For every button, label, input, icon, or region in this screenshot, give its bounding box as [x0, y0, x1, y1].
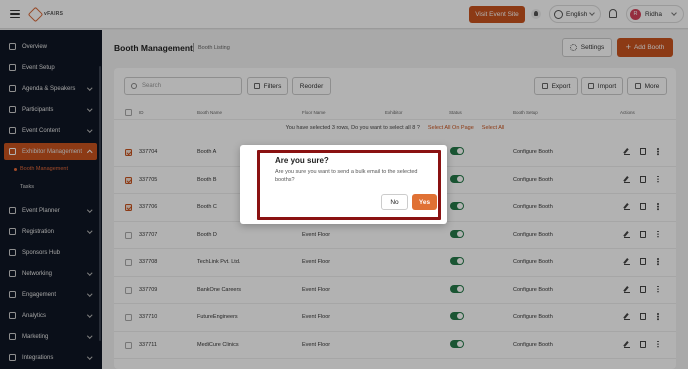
no-button[interactable]: No	[381, 194, 408, 210]
dialog-title: Are you sure?	[275, 156, 329, 165]
yes-button[interactable]: Yes	[412, 194, 437, 210]
dialog-message: Are you sure you want to send a bulk ema…	[275, 169, 418, 183]
